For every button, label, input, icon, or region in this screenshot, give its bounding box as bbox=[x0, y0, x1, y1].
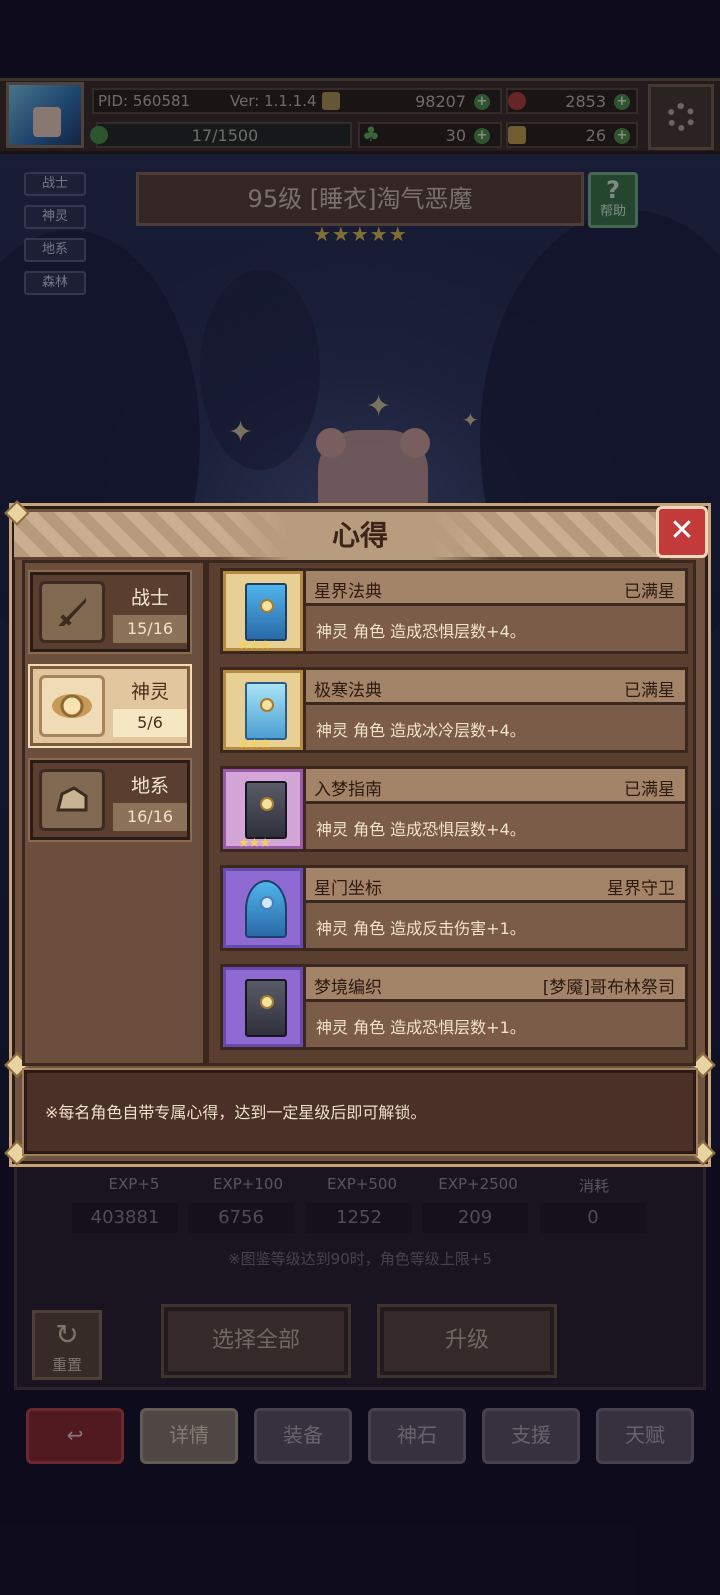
item-name: 星界法典 bbox=[314, 582, 382, 602]
close-icon: ✕ bbox=[669, 513, 695, 548]
item-stars: ★★★ bbox=[238, 737, 271, 752]
category-name: 神灵 bbox=[130, 681, 169, 703]
item-stars: ★★★ bbox=[238, 836, 271, 851]
item-status: [梦魇]哥布林祭司 bbox=[542, 978, 675, 998]
item-status: 已满星 bbox=[624, 582, 675, 602]
insight-item[interactable]: ★★★ 入梦指南 已满星 神灵 角色 造成恐惧层数+4。 bbox=[220, 766, 688, 852]
category-count: 15/16 bbox=[113, 615, 187, 643]
category-count: 16/16 bbox=[113, 803, 187, 831]
category-deity[interactable]: 神灵 5/6 bbox=[28, 664, 192, 748]
category-name: 战士 bbox=[130, 587, 169, 609]
deity-crest-icon bbox=[39, 675, 105, 737]
item-status: 星界守卫 bbox=[607, 879, 675, 899]
insight-item[interactable]: ★★★ 极寒法典 已满星 神灵 角色 造成冰冷层数+4。 bbox=[220, 667, 688, 753]
item-description: 神灵 角色 造成恐惧层数+4。 bbox=[316, 820, 526, 839]
item-status: 已满星 bbox=[624, 681, 675, 701]
item-description: 神灵 角色 造成反击伤害+1。 bbox=[316, 919, 526, 938]
modal-footer: ※每名角色自带专属心得，达到一定星级后即可解锁。 bbox=[22, 1068, 698, 1156]
item-status: 已满星 bbox=[624, 780, 675, 800]
insight-item[interactable]: 梦境编织 [梦魇]哥布林祭司 神灵 角色 造成恐惧层数+1。 bbox=[220, 964, 688, 1050]
book-icon bbox=[220, 964, 306, 1050]
item-name: 梦境编织 bbox=[314, 978, 382, 998]
modal-title: 心得 bbox=[220, 512, 500, 560]
item-description: 神灵 角色 造成恐惧层数+1。 bbox=[316, 1018, 526, 1037]
item-name: 星门坐标 bbox=[314, 879, 382, 899]
unlock-note: ※每名角色自带专属心得，达到一定星级后即可解锁。 bbox=[45, 1103, 427, 1122]
category-earth[interactable]: 地系 16/16 bbox=[28, 758, 192, 842]
insight-item[interactable]: ★★★ 星界法典 已满星 神灵 角色 造成恐惧层数+4。 bbox=[220, 568, 688, 654]
category-count: 5/6 bbox=[113, 709, 187, 737]
category-name: 地系 bbox=[130, 775, 169, 797]
category-warrior[interactable]: 战士 15/16 bbox=[28, 570, 192, 654]
rock-icon bbox=[39, 769, 105, 831]
item-stars: ★★★ bbox=[238, 638, 271, 653]
sword-icon bbox=[39, 581, 105, 643]
close-button[interactable]: ✕ bbox=[656, 506, 708, 558]
item-description: 神灵 角色 造成恐惧层数+4。 bbox=[316, 622, 526, 641]
insight-item[interactable]: 星门坐标 星界守卫 神灵 角色 造成反击伤害+1。 bbox=[220, 865, 688, 951]
item-name: 极寒法典 bbox=[314, 681, 382, 701]
orb-book-icon bbox=[220, 865, 306, 951]
item-description: 神灵 角色 造成冰冷层数+4。 bbox=[316, 721, 526, 740]
item-name: 入梦指南 bbox=[314, 780, 382, 800]
